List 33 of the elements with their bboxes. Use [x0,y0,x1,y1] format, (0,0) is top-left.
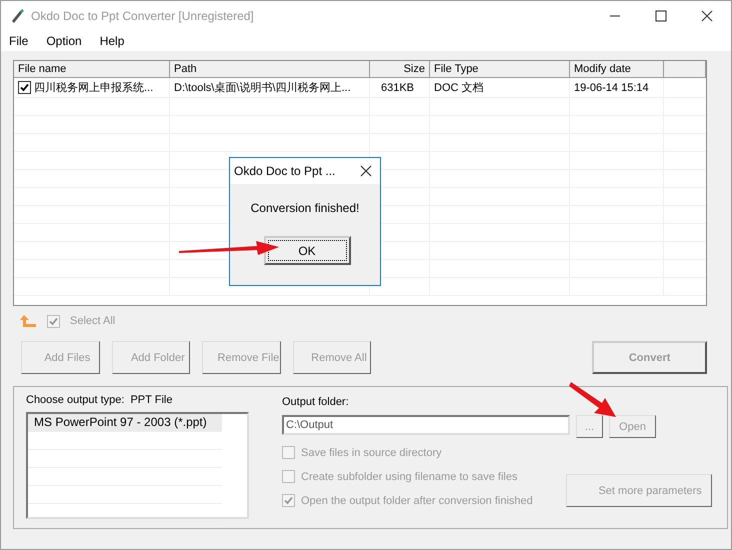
dialog-title: Okdo Doc to Ppt ... [234,164,336,178]
checkbox[interactable] [18,81,31,94]
option-label: Save files in source directory [301,446,442,458]
output-type-item[interactable]: MS PowerPoint 97 - 2003 (*.ppt) [28,414,222,432]
output-folder-label: Output folder: [282,396,350,408]
pen-icon [9,8,25,24]
option-label: Open the output folder after conversion finished [301,494,533,506]
table-cell-text: D:\tools\桌面\说明书\四川税务网上... [174,80,351,95]
column-header[interactable]: Path [170,61,370,78]
table-cell: 19-06-14 15:14 [574,82,649,94]
maximize-icon[interactable] [655,10,667,22]
option-label: Create subfolder using filename to save files [301,470,518,482]
dialog-message: Conversion finished! [250,201,360,215]
output-type-value: PPT File [130,394,172,406]
output-folder-field[interactable]: C:\Output [282,415,570,435]
column-header[interactable]: File name [14,61,170,78]
close-icon[interactable] [360,165,372,177]
menu-item[interactable]: Option [46,34,82,48]
ok-button[interactable]: OK [264,236,350,265]
output-type-label: Choose output type: [26,394,124,406]
window-title: Okdo Doc to Ppt Converter [Unregistered] [31,9,254,23]
close-icon[interactable] [701,10,713,22]
column-header[interactable]: Size [370,61,430,78]
column-header[interactable]: File Type [430,61,570,78]
pointer-arrow [569,382,617,418]
menu-item[interactable]: Help [100,34,124,48]
table-cell: 631KB [380,82,414,94]
select-all-label: Select All [70,315,116,327]
table-cell-text: DOC 文档 [434,80,484,95]
table-cell-text: 四川税务网上申报系统... [34,80,154,95]
column-header [664,61,706,78]
menu-item[interactable]: File [9,34,28,48]
column-header[interactable]: Modify date [570,61,664,78]
